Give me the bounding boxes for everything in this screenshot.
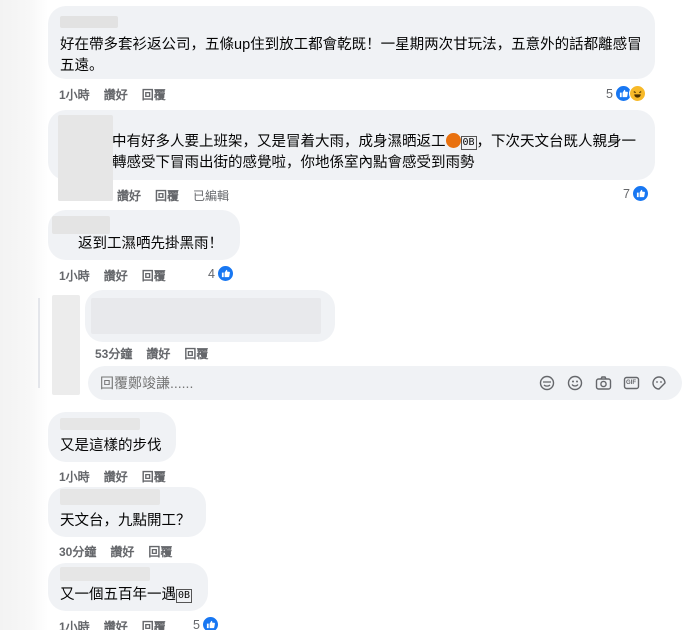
comment-bubble: 返到工濕哂先掛黑雨！ — [48, 210, 240, 260]
reply-content-redacted — [91, 298, 321, 334]
haha-icon — [628, 85, 646, 102]
comment-time[interactable]: 1小時 — [59, 468, 90, 485]
unsupported-emoji-glyph: 0B — [460, 136, 477, 150]
avatar-redacted-overlay — [58, 115, 113, 201]
comment-text: 又一個五百年一遇 0B — [60, 587, 193, 603]
gif-icon[interactable]: GIF — [622, 374, 640, 392]
reaction-summary[interactable]: 5 — [606, 85, 646, 102]
comment-actions: 1小時 讚好 回覆 — [59, 468, 166, 485]
like-button[interactable]: 讚好 — [146, 345, 170, 362]
reaction-summary[interactable]: 4 — [208, 265, 234, 282]
comment-actions: 53分鐘 讚好 回覆 — [95, 345, 208, 362]
reply-button[interactable]: 回覆 — [184, 345, 208, 362]
camera-icon[interactable] — [594, 374, 612, 392]
reply-input[interactable] — [100, 375, 520, 391]
emoji-icon[interactable] — [566, 374, 584, 392]
comment-bubble: 中有好多人要上班架，又是冒着大雨，成身濕晒返工 0B ，下次天文台既人親身一轉感受下… — [48, 110, 655, 180]
reply-composer: GIF — [88, 366, 682, 400]
edited-label[interactable]: 已編輯 — [193, 187, 229, 204]
like-button[interactable]: 讚好 — [117, 187, 141, 204]
comment-bubble: 天文台，九點開工？ — [48, 487, 206, 537]
commenter-name-redacted — [52, 216, 110, 234]
like-button[interactable]: 讚好 — [104, 86, 128, 103]
comment-time[interactable]: 30分鐘 — [59, 543, 96, 560]
comment-text: 又是這樣的步伐 — [60, 438, 162, 454]
unsupported-emoji-glyph: 0B — [176, 589, 193, 603]
comment-actions: 1小時 讚好 回覆 — [59, 86, 166, 103]
like-icon — [201, 616, 219, 630]
comment-bubble: 好在帶多套衫返公司，五條up住到放工都會乾既！一星期两次甘玩法，五意外的話都離感… — [48, 6, 655, 79]
reply-button[interactable]: 回覆 — [155, 187, 179, 204]
reaction-summary[interactable]: 7 — [623, 185, 649, 202]
reply-button[interactable]: 回覆 — [142, 86, 166, 103]
reply-button[interactable]: 回覆 — [148, 543, 172, 560]
comment-actions: 1小時 讚好 回覆 — [59, 267, 166, 284]
comment-actions: 讚好 回覆 已編輯 — [117, 187, 229, 204]
comment-text: 好在帶多套衫返公司，五條up住到放工都會乾既！一星期两次甘玩法，五意外的話都離感… — [60, 37, 642, 74]
like-button[interactable]: 讚好 — [110, 543, 134, 560]
comment-time[interactable]: 53分鐘 — [95, 345, 132, 362]
comment-text: 返到工濕哂先掛黑雨！ — [78, 236, 223, 252]
commenter-name-redacted — [60, 567, 150, 581]
cropped-avatar-column — [0, 0, 48, 630]
thread-line — [38, 298, 40, 388]
comment-bubble: 又是這樣的步伐 — [48, 412, 176, 462]
reply-button[interactable]: 回覆 — [142, 468, 166, 485]
comment-actions: 30分鐘 讚好 回覆 — [59, 543, 172, 560]
like-button[interactable]: 讚好 — [104, 468, 128, 485]
angry-emoji-icon — [445, 133, 461, 148]
reaction-count: 7 — [623, 186, 630, 201]
comment-text: 天文台，九點開工？ — [60, 513, 191, 529]
reaction-count: 5 — [193, 617, 200, 630]
reaction-summary[interactable]: 5 — [193, 616, 219, 630]
comment-text: 中有好多人要上班架，又是冒着大雨，成身濕晒返工 0B ，下次天文台既人親身一轉感受下… — [112, 133, 637, 171]
composer-icons: GIF — [538, 374, 668, 392]
sticker-icon[interactable] — [650, 374, 668, 392]
comment-actions: 1小時 讚好 回覆 — [59, 618, 166, 630]
like-icon — [216, 265, 234, 282]
comment-time[interactable]: 1小時 — [59, 618, 90, 630]
commenter-name-redacted — [60, 418, 140, 430]
reply-button[interactable]: 回覆 — [142, 618, 166, 630]
like-button[interactable]: 讚好 — [104, 267, 128, 284]
reaction-count: 5 — [606, 86, 613, 101]
reply-bubble — [85, 290, 335, 342]
like-button[interactable]: 讚好 — [104, 618, 128, 630]
comment-time[interactable]: 1小時 — [59, 86, 90, 103]
comment-bubble: 又一個五百年一遇 0B — [48, 563, 208, 611]
avatar-redacted — [52, 295, 80, 395]
comment-time[interactable]: 1小時 — [59, 267, 90, 284]
commenter-name-redacted — [60, 16, 118, 28]
gif-label: GIF — [626, 380, 636, 386]
sticker-face-icon[interactable] — [538, 374, 556, 392]
commenter-name-redacted — [60, 489, 160, 505]
like-icon — [631, 185, 649, 202]
reaction-count: 4 — [208, 266, 215, 281]
reply-button[interactable]: 回覆 — [142, 267, 166, 284]
